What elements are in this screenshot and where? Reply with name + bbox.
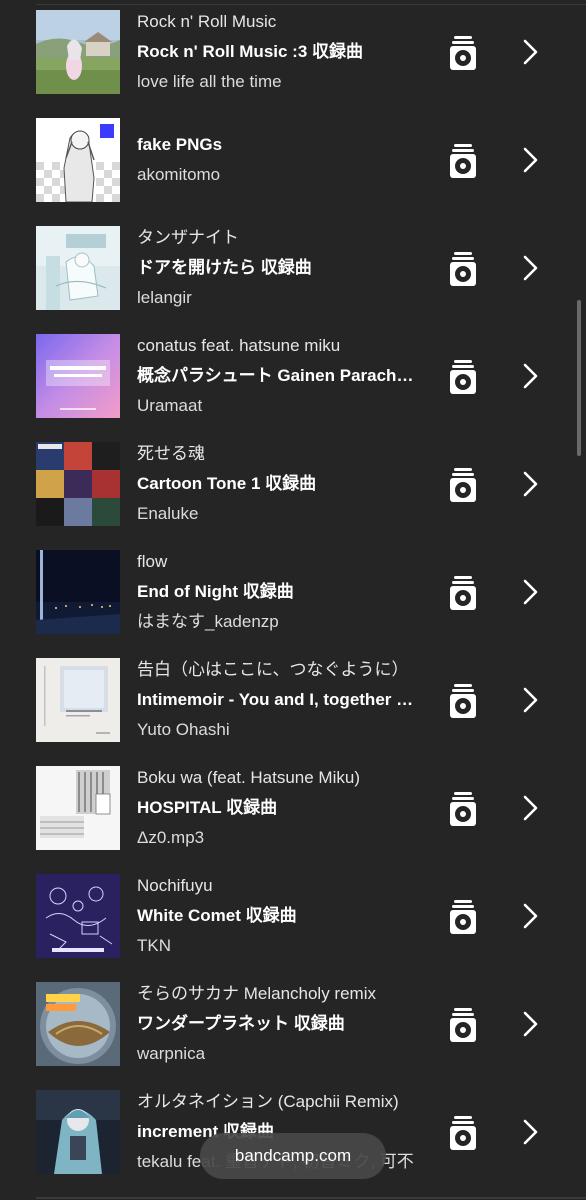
- track-row[interactable]: flow End of Night 収録曲 はまなす_kadenzp: [0, 540, 586, 648]
- track-title: flow: [137, 552, 168, 571]
- track-row[interactable]: 死せる魂 Cartoon Tone 1 収録曲 Enaluke: [0, 432, 586, 540]
- domain-pill[interactable]: bandcamp.com: [200, 1133, 386, 1179]
- track-title: 告白（心はここに、つなぐように）: [137, 660, 409, 679]
- album-name: Rock n' Roll Music :3 収録曲: [137, 42, 364, 61]
- track-info: そらのサカナ Melancholy remix ワンダープラネット 収録曲 wa…: [137, 979, 419, 1069]
- album-art[interactable]: [36, 442, 120, 526]
- artist-name: warpnica: [137, 1044, 206, 1063]
- track-info: Rock n' Roll Music Rock n' Roll Music :3…: [137, 7, 419, 97]
- album-art[interactable]: [36, 10, 120, 94]
- album-art[interactable]: [36, 118, 120, 202]
- album-name: End of Night 収録曲: [137, 582, 294, 601]
- album-name: Intimemoir - You and I, together 収録曲: [137, 690, 419, 709]
- vinyl-record-icon[interactable]: [449, 684, 477, 718]
- track-title: 死せる魂: [137, 444, 205, 463]
- track-title: オルタネイション (Capchii Remix): [137, 1092, 399, 1111]
- chevron-right-icon[interactable]: [516, 685, 544, 715]
- artist-name: lelangir: [137, 288, 192, 307]
- chevron-right-icon[interactable]: [516, 793, 544, 823]
- track-row[interactable]: Rock n' Roll Music Rock n' Roll Music :3…: [0, 0, 586, 108]
- chevron-right-icon[interactable]: [516, 901, 544, 931]
- track-row[interactable]: conatus feat. hatsune miku 概念パラシュート Gain…: [0, 324, 586, 432]
- artist-name: Uramaat: [137, 396, 203, 415]
- track-title: Nochifuyu: [137, 876, 213, 895]
- track-info: Boku wa (feat. Hatsune Miku) HOSPITAL 収録…: [137, 763, 419, 853]
- chevron-right-icon[interactable]: [516, 1117, 544, 1147]
- artist-name: はまなす_kadenzp: [137, 612, 279, 631]
- track-info: 告白（心はここに、つなぐように） Intimemoir - You and I,…: [137, 655, 419, 745]
- artist-name: Enaluke: [137, 504, 199, 523]
- chevron-right-icon[interactable]: [516, 253, 544, 283]
- chevron-right-icon[interactable]: [516, 1009, 544, 1039]
- vinyl-record-icon[interactable]: [449, 900, 477, 934]
- track-row[interactable]: 告白（心はここに、つなぐように） Intimemoir - You and I,…: [0, 648, 586, 756]
- album-name: 概念パラシュート Gainen Parachute 収録曲: [137, 366, 419, 385]
- bottom-divider: [36, 1197, 586, 1199]
- track-info: タンザナイト ドアを開けたら 収録曲 lelangir: [137, 223, 419, 313]
- vinyl-record-icon[interactable]: [449, 468, 477, 502]
- album-name: Cartoon Tone 1 収録曲: [137, 474, 317, 493]
- vinyl-record-icon[interactable]: [449, 1116, 477, 1150]
- track-title: conatus feat. hatsune miku: [137, 336, 341, 355]
- album-art[interactable]: [36, 550, 120, 634]
- chevron-right-icon[interactable]: [516, 577, 544, 607]
- track-title: そらのサカナ Melancholy remix: [137, 984, 376, 1003]
- album-art[interactable]: [36, 1090, 120, 1174]
- track-info: conatus feat. hatsune miku 概念パラシュート Gain…: [137, 331, 419, 421]
- album-art[interactable]: [36, 226, 120, 310]
- artist-name: TKN: [137, 936, 171, 955]
- vinyl-record-icon[interactable]: [449, 36, 477, 70]
- album-name: ドアを開けたら 収録曲: [137, 258, 312, 277]
- vinyl-record-icon[interactable]: [449, 252, 477, 286]
- vinyl-record-icon[interactable]: [449, 576, 477, 610]
- chevron-right-icon[interactable]: [516, 37, 544, 67]
- chevron-right-icon[interactable]: [516, 145, 544, 175]
- track-row[interactable]: タンザナイト ドアを開けたら 収録曲 lelangir: [0, 216, 586, 324]
- artist-name: love life all the time: [137, 72, 282, 91]
- album-name: fake PNGs: [137, 135, 223, 154]
- chevron-right-icon[interactable]: [516, 361, 544, 391]
- artist-name: Δz0.mp3: [137, 828, 205, 847]
- vinyl-record-icon[interactable]: [449, 360, 477, 394]
- track-info: fake PNGs akomitomo: [137, 130, 419, 190]
- vinyl-record-icon[interactable]: [449, 792, 477, 826]
- track-title: Rock n' Roll Music: [137, 12, 277, 31]
- track-row[interactable]: Boku wa (feat. Hatsune Miku) HOSPITAL 収録…: [0, 756, 586, 864]
- album-name: HOSPITAL 収録曲: [137, 798, 278, 817]
- track-title: タンザナイト: [137, 228, 239, 247]
- artist-name: Yuto Ohashi: [137, 720, 230, 739]
- vinyl-record-icon[interactable]: [449, 1008, 477, 1042]
- track-info: Nochifuyu White Comet 収録曲 TKN: [137, 871, 419, 961]
- track-row[interactable]: Nochifuyu White Comet 収録曲 TKN: [0, 864, 586, 972]
- scrollbar[interactable]: [577, 300, 581, 456]
- album-name: White Comet 収録曲: [137, 906, 297, 925]
- artist-name: akomitomo: [137, 165, 221, 184]
- album-art[interactable]: [36, 658, 120, 742]
- track-title: Boku wa (feat. Hatsune Miku): [137, 768, 360, 787]
- track-row[interactable]: そらのサカナ Melancholy remix ワンダープラネット 収録曲 wa…: [0, 972, 586, 1080]
- album-art[interactable]: [36, 982, 120, 1066]
- track-info: flow End of Night 収録曲 はまなす_kadenzp: [137, 547, 419, 637]
- album-art[interactable]: [36, 766, 120, 850]
- vinyl-record-icon[interactable]: [449, 144, 477, 178]
- chevron-right-icon[interactable]: [516, 469, 544, 499]
- track-info: 死せる魂 Cartoon Tone 1 収録曲 Enaluke: [137, 439, 419, 529]
- track-row[interactable]: fake PNGs akomitomo: [0, 108, 586, 216]
- album-name: ワンダープラネット 収録曲: [137, 1014, 345, 1033]
- album-art[interactable]: [36, 874, 120, 958]
- album-art[interactable]: [36, 334, 120, 418]
